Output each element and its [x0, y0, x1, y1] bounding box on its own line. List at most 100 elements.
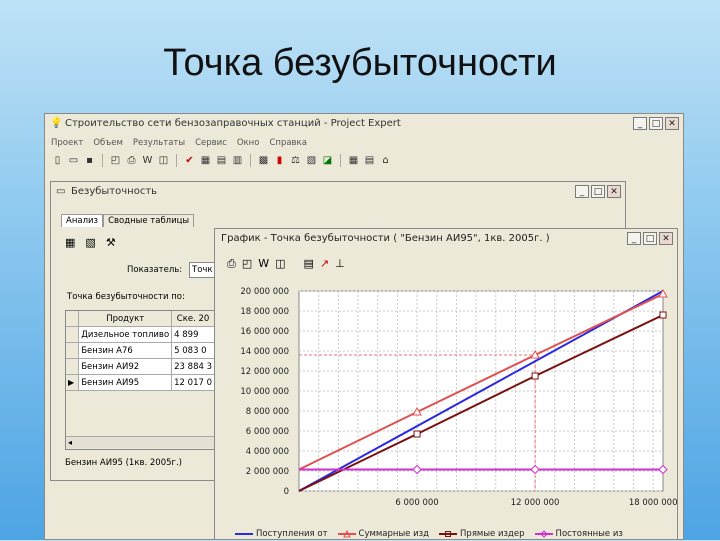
calc-icon[interactable]: ▦ [199, 154, 212, 167]
product-cell: Бензин АИ95 [78, 374, 173, 391]
legend-item-revenue: Поступления от [235, 529, 328, 539]
menu-help[interactable]: Справка [269, 138, 306, 148]
tab-analysis[interactable]: Анализ [61, 214, 104, 227]
slide-title: Точка безубыточности [163, 42, 557, 84]
be-toolbar: ▦ ▧ ⚒ [65, 236, 116, 249]
be-close-button[interactable]: ✕ [607, 185, 621, 198]
chart-close-button[interactable]: ✕ [659, 232, 673, 245]
graph-icon[interactable]: ◪ [321, 154, 334, 167]
print-icon[interactable]: ⎙ [125, 154, 138, 167]
breakeven-label: Точка безубыточности по: [67, 292, 185, 302]
product-cell: Бензин А76 [78, 342, 173, 359]
x-tick-label: 12 000 000 [511, 498, 560, 508]
bars-icon[interactable]: ▮ [273, 154, 286, 167]
toolbar: ▯ ▭ ▪ ◰ ⎙ W ◫ ✔ ▦ ▤ ▥ ▩ ▮ ⚖ ▧ ◪ ▦ ▤ ⌂ [51, 154, 392, 167]
chart-icon[interactable]: ▧ [85, 236, 95, 249]
word-icon[interactable]: W [141, 154, 154, 167]
chart-minimize-button[interactable]: _ [627, 232, 641, 245]
chart-titlebar: График - Точка безубыточности ( "Бензин … [215, 229, 677, 249]
y-tick-label: 10 000 000 [240, 387, 289, 397]
table-icon[interactable]: ▦ [65, 236, 75, 249]
header-product[interactable]: Продукт [78, 310, 173, 327]
legend: Поступления от Суммарные изд Прямые изде… [235, 529, 623, 539]
y-tick-label: 4 000 000 [246, 447, 289, 457]
be-minimize-button[interactable]: _ [575, 185, 589, 198]
value-cell: 23 884 3 [171, 358, 215, 375]
be-maximize-button[interactable]: □ [591, 185, 605, 198]
legend-item-direct-costs: Прямые издер [439, 529, 525, 539]
settings-icon[interactable]: ▤ [304, 257, 314, 271]
word-icon[interactable]: W [258, 257, 269, 271]
wrench-icon[interactable]: ⚒ [106, 236, 116, 249]
axis-icon[interactable]: ⊥ [335, 257, 345, 271]
list-icon[interactable]: ▤ [363, 154, 376, 167]
npv-icon[interactable]: ▦ [347, 154, 360, 167]
new-icon[interactable]: ▯ [51, 154, 64, 167]
y-tick-label: 16 000 000 [240, 327, 289, 337]
open-icon[interactable]: ▭ [67, 154, 80, 167]
value-cell: 12 017 0 [171, 374, 215, 391]
status-text: Бензин АИ95 (1кв. 2005г.) [65, 458, 182, 468]
main-window-titlebar: 💡 Строительство сети бензозаправочных ст… [45, 114, 683, 134]
y-tick-label: 0 [284, 487, 289, 497]
y-tick-label: 14 000 000 [240, 347, 289, 357]
horizontal-scrollbar[interactable]: ◂ [66, 436, 214, 448]
table-row[interactable]: Бензин А76 5 083 0 [64, 342, 215, 359]
table-row[interactable]: Дизельное топливо 4 899 [64, 326, 215, 343]
window-icon: ▭ [56, 186, 66, 197]
product-cell: Бензин АИ92 [78, 358, 173, 375]
header-value[interactable]: Ске. 20 [171, 310, 215, 327]
graph-icon[interactable]: ↗ [320, 257, 329, 271]
close-button[interactable]: ✕ [665, 117, 679, 130]
y-tick-label: 8 000 000 [246, 407, 289, 417]
export-icon[interactable]: ◫ [275, 257, 285, 271]
legend-item-fixed-costs: Постоянные из [534, 529, 623, 539]
menu-volume[interactable]: Объем [93, 138, 123, 148]
menu-bar: Проект Объем Результаты Сервис Окно Спра… [51, 138, 307, 148]
legend-item-total-costs: Суммарные изд [337, 529, 429, 539]
breakeven-title: Безубыточность [71, 186, 158, 197]
y-tick-label: 18 000 000 [240, 307, 289, 317]
report-icon[interactable]: ▤ [215, 154, 228, 167]
product-table: Продукт Ске. 20 Дизельное топливо 4 899 … [64, 310, 215, 391]
x-tick-label: 18 000 000 [629, 498, 678, 508]
menu-project[interactable]: Проект [51, 138, 83, 148]
row-pointer-icon: ▶ [64, 374, 80, 391]
check-icon[interactable]: ✔ [183, 154, 196, 167]
y-tick-label: 12 000 000 [240, 367, 289, 377]
export-icon[interactable]: ◫ [157, 154, 170, 167]
house-icon[interactable]: ⌂ [379, 154, 392, 167]
y-tick-label: 6 000 000 [246, 427, 289, 437]
table-row[interactable]: ▶ Бензин АИ95 12 017 0 [64, 374, 215, 391]
table-icon[interactable]: ▥ [231, 154, 244, 167]
menu-results[interactable]: Результаты [133, 138, 185, 148]
data-point [659, 311, 667, 319]
indicator-label: Показатель: [127, 265, 183, 275]
maximize-button[interactable]: □ [649, 117, 663, 130]
print-icon[interactable]: ⎙ [227, 257, 236, 271]
main-window-title: Строительство сети бензозаправочных стан… [65, 118, 401, 129]
tab-bar: Анализ Сводные таблицы [61, 214, 195, 227]
product-cell: Дизельное топливо [78, 326, 173, 343]
chart-maximize-button[interactable]: □ [643, 232, 657, 245]
chart-toolbar: ⎙ ◰ W ◫ ▤ ↗ ⊥ [227, 257, 345, 271]
y-tick-label: 20 000 000 [240, 287, 289, 297]
chart-window: График - Точка безубыточности ( "Бензин … [214, 228, 678, 540]
chart-window-title: График - Точка безубыточности ( "Бензин … [221, 233, 550, 244]
preview-icon[interactable]: ◰ [242, 257, 252, 271]
minimize-button[interactable]: _ [633, 117, 647, 130]
data-point [413, 430, 421, 438]
x-tick-label: 6 000 000 [395, 498, 438, 508]
menu-service[interactable]: Сервис [195, 138, 227, 148]
chart-icon[interactable]: ▩ [257, 154, 270, 167]
save-icon[interactable]: ▪ [83, 154, 96, 167]
tab-summary-tables[interactable]: Сводные таблицы [103, 214, 195, 227]
sheet-icon[interactable]: ▧ [305, 154, 318, 167]
value-cell: 5 083 0 [171, 342, 215, 359]
preview-icon[interactable]: ◰ [109, 154, 122, 167]
y-tick-label: 2 000 000 [246, 467, 289, 477]
menu-window[interactable]: Окно [237, 138, 260, 148]
scales-icon[interactable]: ⚖ [289, 154, 302, 167]
breakeven-titlebar: ▭ Безубыточность _ □ ✕ [51, 182, 625, 202]
table-row[interactable]: Бензин АИ92 23 884 3 [64, 358, 215, 375]
